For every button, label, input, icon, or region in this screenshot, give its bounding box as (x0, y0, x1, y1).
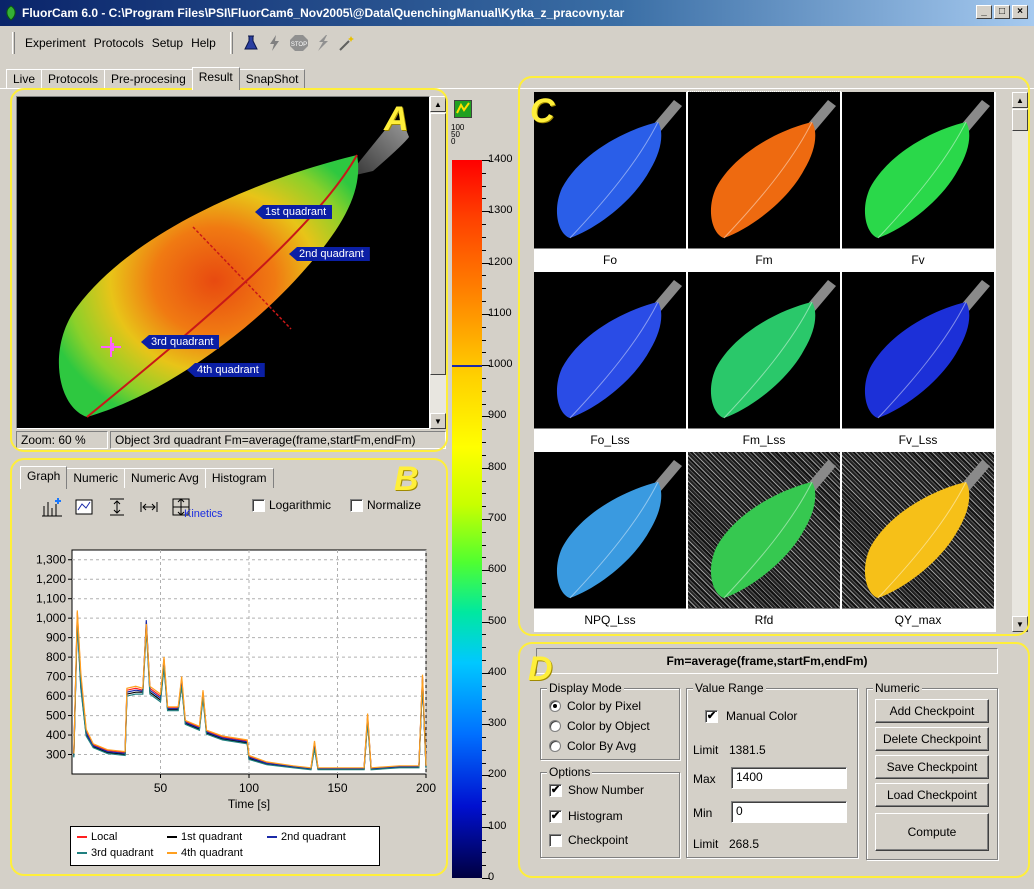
colorscale-minor-tick (482, 429, 486, 431)
colorscale-minor-tick (482, 480, 486, 482)
panel-d-frame (518, 642, 1030, 878)
colorscale-minor-tick (482, 185, 486, 187)
colorscale-minor-tick (482, 326, 486, 328)
colorscale-minor-tick (482, 198, 486, 200)
colorscale-minor-tick (482, 301, 486, 303)
colorscale-minor-tick (482, 172, 486, 174)
colorscale-mini-label-50: 50 (451, 130, 460, 139)
colorscale-minor-tick (482, 660, 486, 662)
colorscale-marker (452, 365, 482, 368)
tab-graph[interactable]: Graph (20, 466, 68, 489)
panel-a-frame (10, 88, 448, 452)
colorscale-minor-tick (482, 736, 486, 738)
colorscale-tick-label: 200 (488, 768, 507, 781)
menu-setup[interactable]: Setup (148, 36, 187, 50)
tab-result[interactable]: Result (191, 67, 240, 90)
colorscale-minor-tick (482, 288, 486, 290)
maximize-button[interactable]: □ (994, 5, 1010, 19)
colorscale-minor-tick (482, 749, 486, 751)
window-title: FluorCam 6.0 - C:\Program Files\PSI\Fluo… (22, 6, 625, 20)
colorscale-minor-tick (482, 634, 486, 636)
colorscale-minor-tick (482, 788, 486, 790)
panel-c-letter: C (530, 92, 555, 130)
colorscale-tick-label: 900 (488, 409, 507, 422)
colorscale-minor-tick (482, 865, 486, 867)
colorscale-minor-tick (482, 442, 486, 444)
colorscale-toggle-icon[interactable] (454, 100, 472, 118)
colorscale-minor-tick (482, 390, 486, 392)
colorscale-tick-label: 1400 (488, 153, 513, 165)
menu-help[interactable]: Help (187, 36, 220, 50)
menu-protocols[interactable]: Protocols (90, 36, 148, 50)
colorscale-tick-label: 1100 (488, 306, 512, 319)
colorscale-minor-tick (482, 647, 486, 649)
colorscale-tick-label: 1000 (488, 358, 513, 371)
colorscale-minor-tick (482, 608, 486, 610)
colorscale-tick-label: 0 (488, 871, 495, 883)
colorscale-minor-tick (482, 493, 486, 495)
colorscale-tick-label: 700 (488, 512, 507, 524)
panel-c-frame (518, 76, 1030, 636)
flask-icon[interactable] (239, 32, 263, 54)
panel-b-frame (10, 458, 448, 876)
menu-grip (12, 32, 15, 54)
colorscale-minor-tick (482, 454, 486, 456)
colorscale-minor-tick (482, 813, 486, 815)
panel-b-letter: B (394, 460, 419, 498)
stop-icon[interactable]: STOP (287, 32, 311, 54)
colorscale-minor-tick (482, 801, 486, 803)
colorscale-minor-tick (482, 249, 486, 251)
colorscale-minor-tick (482, 852, 486, 854)
colorscale-tick-label: 400 (488, 665, 507, 678)
colorscale-minor-tick (482, 544, 486, 546)
colorscale-minor-tick (482, 224, 486, 226)
colorscale-tick-label: 800 (488, 460, 507, 473)
colorscale-minor-tick (482, 698, 486, 700)
menu-bar: Experiment Protocols Setup Help STOP (0, 29, 359, 57)
title-bar: FluorCam 6.0 - C:\Program Files\PSI\Fluo… (0, 0, 1034, 26)
colorscale-bar (452, 160, 482, 878)
colorscale-minor-tick (482, 531, 486, 533)
colorscale-minor-tick (482, 377, 486, 379)
colorscale-minor-tick (482, 711, 486, 713)
flash-icon[interactable] (263, 32, 287, 54)
colorscale-minor-tick (482, 595, 486, 597)
colorscale-minor-tick (482, 339, 486, 341)
colorscale-minor-tick (482, 557, 486, 559)
tab-protocols[interactable]: Protocols (41, 69, 106, 89)
colorscale-minor-tick (482, 352, 486, 354)
tab-live[interactable]: Live (6, 69, 43, 89)
lightning-icon[interactable] (311, 32, 335, 54)
colorscale-minor-tick (482, 506, 486, 508)
colorscale-minor-tick (482, 236, 486, 238)
colorscale-tick-label: 1300 (488, 204, 513, 217)
menu-experiment[interactable]: Experiment (21, 36, 90, 50)
window-controls: _ □ × (976, 5, 1028, 19)
colorscale-minor-tick (482, 275, 486, 277)
colorscale-tick-label: 300 (488, 717, 507, 730)
colorscale-minor-tick (482, 685, 486, 687)
panel-a-letter: A (384, 100, 409, 138)
wand-icon[interactable] (335, 32, 359, 54)
colorscale-tick-label: 100 (488, 819, 507, 832)
colorscale-tick-label: 600 (488, 563, 507, 576)
colorscale-mini-labels: 100 50 0 (451, 124, 481, 146)
stop-icon-label: STOP (291, 42, 307, 48)
colorscale-minor-tick (482, 762, 486, 764)
panel-d-letter: D (528, 650, 553, 688)
colorscale-minor-tick (482, 839, 486, 841)
colorscale-tick-label: 500 (488, 614, 507, 627)
toolbar-grip (229, 32, 233, 54)
main-tabs: Live Protocols Pre-procesing Result Snap… (6, 66, 306, 90)
minimize-button[interactable]: _ (976, 5, 992, 19)
colorscale-minor-tick (482, 403, 486, 405)
colorscale-ticks: 1400 1300 1200 1100 1000 900 800 700 600 500 400 30… (482, 153, 513, 883)
colorscale-mini-label-0: 0 (451, 137, 456, 146)
colorscale-tick-label: 1200 (488, 255, 513, 268)
colorscale-minor-tick (482, 583, 486, 585)
close-button[interactable]: × (1012, 5, 1028, 19)
leaf-app-icon (6, 5, 16, 21)
tab-pre-procesing[interactable]: Pre-procesing (104, 69, 193, 89)
tab-snapshot[interactable]: SnapShot (238, 69, 306, 89)
